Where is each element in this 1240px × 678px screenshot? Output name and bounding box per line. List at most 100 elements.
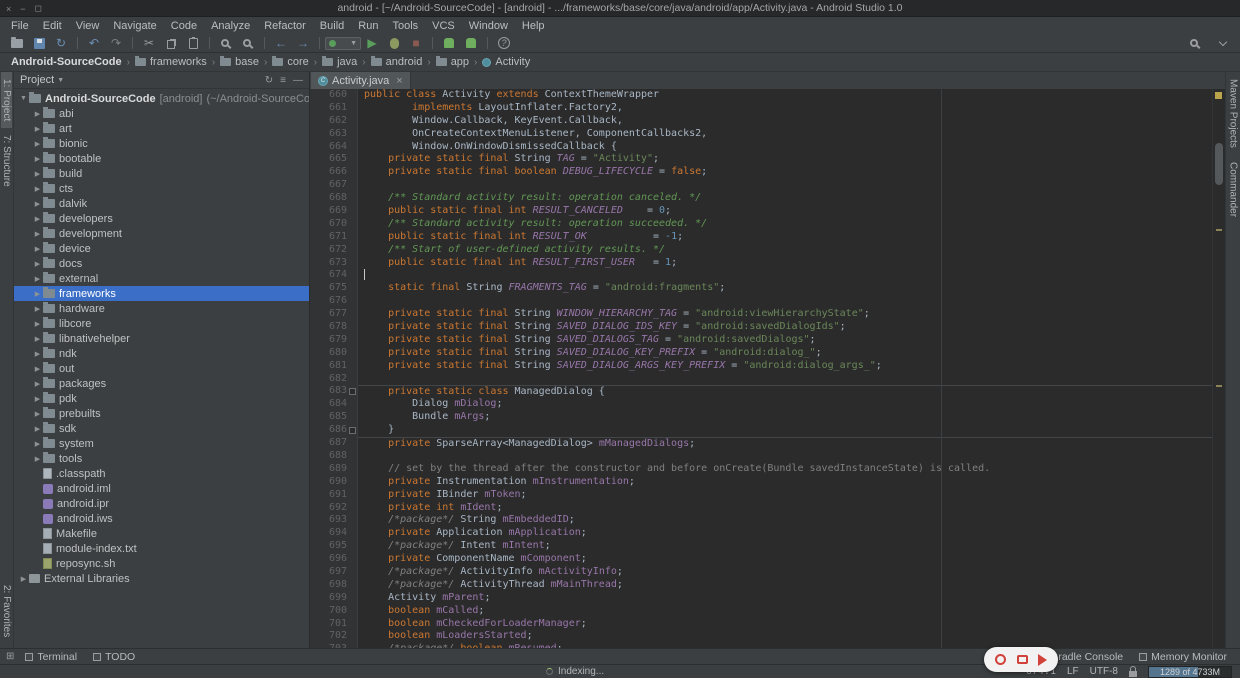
tree-item-tools[interactable]: ▶tools [14,451,309,466]
breadcrumb-app[interactable]: app [435,56,470,68]
tool-button-commander[interactable]: Commander [1228,155,1239,224]
code-line[interactable]: 693 /*package*/ String mEmbeddedID; [310,514,1225,527]
paste-icon[interactable] [182,35,204,52]
expand-arrow-icon[interactable]: ▶ [32,365,43,373]
code-line[interactable]: 677 private static final String WINDOW_H… [310,308,1225,321]
memory-indicator[interactable]: 1289 of 4733M [1148,666,1232,678]
expand-arrow-icon[interactable]: ▶ [32,215,43,223]
code-line[interactable]: 667 [310,179,1225,192]
breadcrumb-android[interactable]: android [370,56,424,68]
code-line[interactable]: 687 private SparseArray<ManagedDialog> m… [310,437,1225,450]
tool-window-switcher-icon[interactable]: ⊞ [6,651,14,662]
code-line[interactable]: 663 OnCreateContextMenuListener, Compone… [310,128,1225,141]
tree-item-ndk[interactable]: ▶ndk [14,346,309,361]
warning-stripe-mark[interactable] [1216,385,1222,387]
back-icon[interactable]: ← [270,35,292,52]
code-line[interactable]: 698 /*package*/ ActivityThread mMainThre… [310,579,1225,592]
expand-arrow-icon[interactable]: ▶ [32,230,43,238]
close-window-icon[interactable]: × [6,4,11,14]
lock-icon[interactable] [1129,671,1137,677]
code-line[interactable]: 685 Bundle mArgs; [310,411,1225,424]
tree-item-bootable[interactable]: ▶bootable [14,151,309,166]
expand-arrow-icon[interactable]: ▶ [32,170,43,178]
menu-code[interactable]: Code [164,19,204,33]
tree-item-android-sourcecode[interactable]: ▼Android-SourceCode[android](~/Android-S… [14,91,309,106]
view-mode-chevron-icon[interactable]: ▼ [57,77,64,84]
expand-arrow-icon[interactable]: ▶ [32,380,43,388]
code-line[interactable]: 682 [310,373,1225,386]
menu-vcs[interactable]: VCS [425,19,462,33]
maximize-window-icon[interactable]: ◻ [35,3,42,14]
code-line[interactable]: 683 private static class ManagedDialog { [310,385,1225,398]
tree-item-pdk[interactable]: ▶pdk [14,391,309,406]
tree-item-hardware[interactable]: ▶hardware [14,301,309,316]
tree-item-dalvik[interactable]: ▶dalvik [14,196,309,211]
cut-icon[interactable]: ✂ [138,35,160,52]
tool-button-2-favorites[interactable]: 2: Favorites [1,578,12,644]
menu-tools[interactable]: Tools [385,19,425,33]
window-controls[interactable]: × − ◻ [6,0,42,17]
tool-button-1-project[interactable]: 1: Project [1,72,12,128]
tree-item-reposync-sh[interactable]: reposync.sh [14,556,309,571]
find-icon[interactable] [215,35,237,52]
expand-arrow-icon[interactable]: ▶ [32,410,43,418]
breadcrumb-java[interactable]: java [321,56,358,68]
code-line[interactable]: 695 /*package*/ Intent mIntent; [310,540,1225,553]
code-line[interactable]: 689 // set by the thread after the const… [310,463,1225,476]
expand-arrow-icon[interactable]: ▶ [32,125,43,133]
code-line[interactable]: 676 [310,295,1225,308]
tree-item-build[interactable]: ▶build [14,166,309,181]
tool-button-terminal[interactable]: Terminal [18,650,84,664]
tree-item-frameworks[interactable]: ▶frameworks [14,286,309,301]
tree-item-makefile[interactable]: Makefile [14,526,309,541]
menu-navigate[interactable]: Navigate [106,19,163,33]
code-line[interactable]: 665 private static final String TAG = "A… [310,153,1225,166]
tool-button-memory-monitor[interactable]: Memory Monitor [1132,650,1234,664]
tree-item-module-index-txt[interactable]: module-index.txt [14,541,309,556]
tree-item-development[interactable]: ▶development [14,226,309,241]
expand-arrow-icon[interactable]: ▶ [32,335,43,343]
code-line[interactable]: 678 private static final String SAVED_DI… [310,321,1225,334]
code-line[interactable]: 669 public static final int RESULT_CANCE… [310,205,1225,218]
tree-item-device[interactable]: ▶device [14,241,309,256]
stop-icon[interactable]: ■ [405,35,427,52]
expand-arrow-icon[interactable]: ▶ [32,395,43,403]
expand-arrow-icon[interactable]: ▶ [32,260,43,268]
tree-item-external[interactable]: ▶external [14,271,309,286]
run-icon[interactable]: ▶ [361,35,383,52]
undo-icon[interactable]: ↶ [83,35,105,52]
tab-close-icon[interactable]: × [396,75,402,87]
tree-item-sdk[interactable]: ▶sdk [14,421,309,436]
screen-recorder-overlay[interactable] [984,647,1058,672]
open-icon[interactable] [6,35,28,52]
tree-item-classpath[interactable]: .classpath [14,466,309,481]
expand-arrow-icon[interactable]: ▶ [32,155,43,163]
code-line[interactable]: 668 /** Standard activity result: operat… [310,192,1225,205]
code-line[interactable]: 686 } [310,424,1225,437]
code-line[interactable]: 679 private static final String SAVED_DI… [310,334,1225,347]
expand-arrow-icon[interactable]: ▶ [32,275,43,283]
code-line[interactable]: 672 /** Start of user-defined activity r… [310,244,1225,257]
code-line[interactable]: 681 private static final String SAVED_DI… [310,360,1225,373]
tree-item-libcore[interactable]: ▶libcore [14,316,309,331]
expand-arrow-icon[interactable]: ▶ [32,320,43,328]
code-line[interactable]: 700 boolean mCalled; [310,605,1225,618]
menu-build[interactable]: Build [313,19,351,33]
code-line[interactable]: 666 private static final boolean DEBUG_L… [310,166,1225,179]
expand-arrow-icon[interactable]: ▶ [32,305,43,313]
expand-arrow-icon[interactable]: ▶ [32,185,43,193]
code-line[interactable]: 691 private IBinder mToken; [310,489,1225,502]
code-line[interactable]: 684 Dialog mDialog; [310,398,1225,411]
breadcrumb-activity[interactable]: Activity [481,56,531,68]
tree-item-android-iws[interactable]: android.iws [14,511,309,526]
breadcrumb-base[interactable]: base [219,56,260,68]
tree-item-android-ipr[interactable]: android.ipr [14,496,309,511]
fold-marker-icon[interactable] [349,427,356,434]
code-line[interactable]: 702 boolean mLoadersStarted; [310,630,1225,643]
expand-arrow-icon[interactable]: ▶ [32,110,43,118]
encoding-indicator[interactable]: UTF-8 [1090,666,1118,677]
code-line[interactable]: 670 /** Standard activity result: operat… [310,218,1225,231]
menu-edit[interactable]: Edit [36,19,69,33]
warning-stripe-mark[interactable] [1216,229,1222,231]
expand-arrow-icon[interactable]: ▶ [32,350,43,358]
